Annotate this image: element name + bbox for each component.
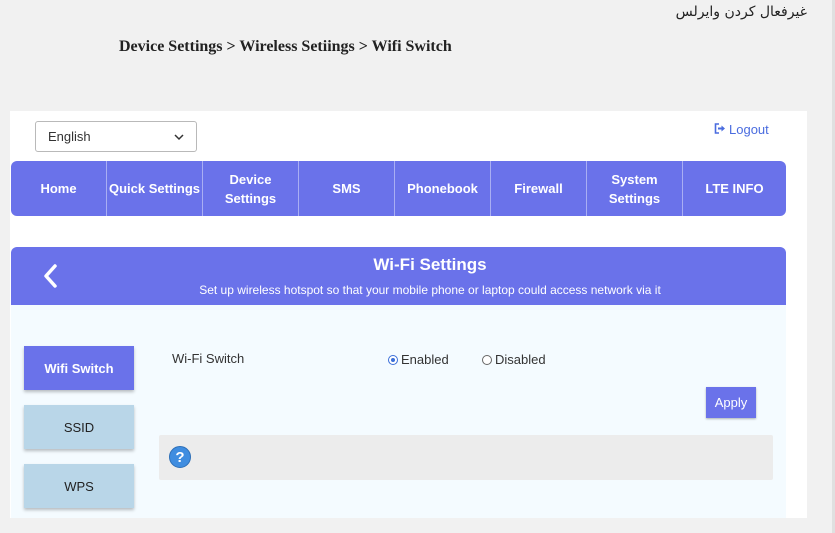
main-nav: Home Quick Settings Device Settings SMS …: [11, 161, 786, 216]
document-title: غیرفعال کردن وایرلس: [675, 4, 807, 20]
chevron-down-icon: [174, 129, 184, 144]
logout-link[interactable]: Logout: [714, 122, 769, 137]
logout-icon: [714, 122, 726, 137]
radio-enabled-label: Enabled: [401, 352, 449, 367]
nav-firewall[interactable]: Firewall: [491, 161, 587, 216]
wifi-switch-content: Wifi Switch SSID WPS Wi-Fi Switch Enable…: [11, 305, 786, 518]
apply-button[interactable]: Apply: [706, 387, 756, 418]
wifi-switch-label: Wi-Fi Switch: [172, 351, 245, 366]
breadcrumb: Device Settings > Wireless Setiings > Wi…: [119, 38, 452, 55]
nav-phonebook[interactable]: Phonebook: [395, 161, 491, 216]
side-tab-ssid[interactable]: SSID: [24, 405, 134, 449]
nav-lte-info[interactable]: LTE INFO: [683, 161, 786, 216]
radio-checked-icon: [388, 354, 398, 365]
radio-enabled[interactable]: Enabled: [388, 352, 449, 367]
side-tab-wifi-switch[interactable]: Wifi Switch: [24, 346, 134, 390]
question-icon[interactable]: ?: [169, 446, 191, 468]
nav-system-settings[interactable]: System Settings: [587, 161, 683, 216]
radio-disabled-label: Disabled: [495, 352, 546, 367]
nav-sms[interactable]: SMS: [299, 161, 395, 216]
radio-disabled[interactable]: Disabled: [482, 352, 546, 367]
radio-unchecked-icon: [482, 354, 492, 365]
language-select-value: English: [48, 129, 91, 144]
router-admin-panel: English Logout Home Quick Settings Devic…: [10, 111, 807, 518]
side-tab-wps[interactable]: WPS: [24, 464, 134, 508]
wifi-settings-subtitle: Set up wireless hotspot so that your mob…: [199, 283, 661, 297]
nav-device-settings[interactable]: Device Settings: [203, 161, 299, 216]
nav-home[interactable]: Home: [11, 161, 107, 216]
language-select[interactable]: English: [35, 121, 197, 152]
nav-quick-settings[interactable]: Quick Settings: [107, 161, 203, 216]
wifi-settings-header: Wi-Fi Settings Set up wireless hotspot s…: [11, 247, 786, 305]
help-bar: ?: [159, 435, 773, 480]
logout-label: Logout: [729, 122, 769, 137]
wifi-settings-title: Wi-Fi Settings: [373, 255, 487, 274]
